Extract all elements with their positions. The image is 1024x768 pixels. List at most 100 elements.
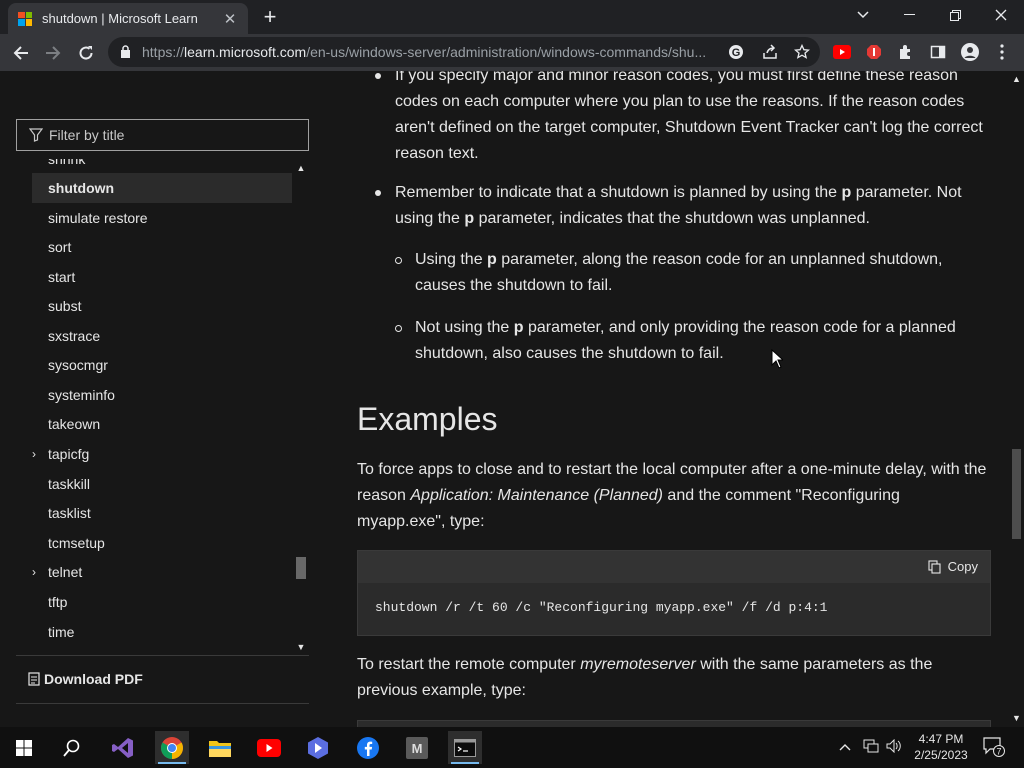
- toc-item[interactable]: systeminfo: [32, 380, 292, 410]
- menu-kebab-icon[interactable]: [992, 42, 1012, 62]
- note-bullet-2: Remember to indicate that a shutdown is …: [395, 184, 962, 227]
- system-clock[interactable]: 4:47 PM 2/25/2023: [912, 731, 970, 763]
- facebook-icon[interactable]: [351, 731, 385, 764]
- toc-item[interactable]: sort: [32, 232, 292, 262]
- code-block: Copy shutdown /r /t 60 /c "Reconfiguring…: [357, 550, 991, 636]
- copy-button[interactable]: Copy: [928, 559, 978, 574]
- extensions-puzzle-icon[interactable]: [896, 42, 916, 62]
- profile-avatar-icon[interactable]: [960, 42, 980, 62]
- toc-item[interactable]: simulate restore: [32, 203, 292, 233]
- toc-item-expandable[interactable]: › tapicfg: [32, 439, 292, 469]
- address-bar[interactable]: https://learn.microsoft.com/en-us/window…: [108, 37, 820, 67]
- windows-start-icon[interactable]: [7, 731, 41, 764]
- pdf-document-icon: [28, 672, 40, 686]
- chevron-right-icon: ›: [32, 447, 36, 461]
- terminal-icon[interactable]: [448, 731, 482, 764]
- bullet-circle: [395, 325, 402, 332]
- bullet-circle: [395, 257, 402, 264]
- toc-item[interactable]: sxstrace: [32, 321, 292, 351]
- bullet-disc: [375, 73, 381, 79]
- toc-item[interactable]: tcmsetup: [32, 528, 292, 558]
- chevron-right-icon: ›: [32, 565, 36, 579]
- youtube-icon[interactable]: [252, 731, 286, 764]
- back-button[interactable]: [8, 40, 34, 66]
- toc-item-expandable[interactable]: › telnet: [32, 557, 292, 587]
- close-window-button[interactable]: [978, 0, 1024, 30]
- volume-icon[interactable]: [886, 738, 902, 756]
- search-icon[interactable]: [55, 731, 89, 764]
- reload-button[interactable]: [73, 40, 99, 66]
- bookmark-star-icon[interactable]: [792, 42, 812, 62]
- toc-item[interactable]: sysocmgr: [32, 350, 292, 380]
- toc-item[interactable]: takeown: [32, 409, 292, 439]
- file-explorer-icon[interactable]: [203, 731, 237, 764]
- page-scroll-thumb[interactable]: [1012, 449, 1021, 539]
- chrome-icon[interactable]: [155, 731, 189, 764]
- bullet-disc: [375, 190, 381, 196]
- tab-search-icon[interactable]: [840, 0, 886, 30]
- toc-item[interactable]: start: [32, 262, 292, 292]
- article-content: If you specify major and minor reason co…: [357, 71, 997, 727]
- download-pdf-link[interactable]: Download PDF: [28, 671, 143, 687]
- page-scrollbar[interactable]: ▲ ▼: [1009, 71, 1024, 727]
- adblock-extension-icon[interactable]: [864, 42, 884, 62]
- toc-item[interactable]: taskkill: [32, 469, 292, 499]
- toc-sidebar: Filter by title shrink shutdown simulate…: [16, 71, 309, 727]
- scroll-up-arrow-icon[interactable]: ▲: [296, 163, 306, 173]
- mouse-cursor-icon: [771, 349, 783, 369]
- share-icon[interactable]: [760, 42, 780, 62]
- example-1-description: To force apps to close and to restart th…: [357, 461, 987, 530]
- tray-chevron-up-icon[interactable]: [839, 739, 851, 754]
- url-text: https://learn.microsoft.com/en-us/window…: [142, 44, 707, 60]
- clock-date: 2/25/2023: [914, 748, 968, 762]
- toc-item[interactable]: tftp: [32, 587, 292, 617]
- side-panel-icon[interactable]: [928, 42, 948, 62]
- filter-placeholder: Filter by title: [49, 127, 125, 143]
- visual-studio-icon[interactable]: [106, 731, 140, 764]
- toc-item-shutdown[interactable]: shutdown: [32, 173, 292, 203]
- page-viewport: Filter by title shrink shutdown simulate…: [0, 71, 1024, 727]
- tab-strip: shutdown | Microsoft Learn ✕ +: [0, 0, 1024, 34]
- sidebar-divider: [16, 703, 309, 704]
- lock-icon[interactable]: [120, 45, 131, 58]
- browser-tab[interactable]: shutdown | Microsoft Learn ✕: [8, 3, 248, 34]
- scroll-down-arrow-icon[interactable]: ▼: [296, 642, 306, 652]
- clock-time: 4:47 PM: [918, 732, 964, 746]
- network-icon[interactable]: [863, 739, 879, 756]
- scroll-up-arrow-icon[interactable]: ▲: [1012, 74, 1021, 84]
- restore-button[interactable]: [932, 0, 978, 30]
- toc-item[interactable]: time: [32, 617, 292, 647]
- svg-text:G: G: [732, 47, 741, 59]
- code-block-partial: [357, 720, 991, 727]
- toc-item-partial[interactable]: shrink: [32, 159, 292, 174]
- notification-center-icon[interactable]: 7: [983, 737, 1005, 760]
- toc-list: shrink shutdown simulate restore sort st…: [16, 159, 309, 655]
- toc-item[interactable]: tasklist: [32, 498, 292, 528]
- app-hexagon-icon[interactable]: [301, 731, 335, 764]
- svg-text:M: M: [412, 741, 423, 756]
- toc-item[interactable]: subst: [32, 291, 292, 321]
- minimize-button[interactable]: [886, 0, 932, 30]
- new-tab-button[interactable]: +: [258, 5, 282, 29]
- tab-close-icon[interactable]: ✕: [222, 10, 238, 28]
- tab-title: shutdown | Microsoft Learn: [42, 11, 198, 26]
- microsoft-logo-icon: [18, 11, 32, 26]
- youtube-extension-icon[interactable]: [832, 42, 852, 62]
- windows-taskbar: M 4:47 PM 2/25/2023 7: [0, 727, 1024, 768]
- toc-scroll-thumb[interactable]: [296, 557, 306, 579]
- example-2-description: To restart the remote computer myremotes…: [357, 656, 933, 699]
- m-app-icon[interactable]: M: [400, 731, 434, 764]
- copy-icon: [928, 559, 941, 574]
- code-text: shutdown /r /t 60 /c "Reconfiguring myap…: [375, 600, 828, 615]
- note-bullet-1: If you specify major and minor reason co…: [395, 71, 983, 162]
- examples-heading: Examples: [357, 401, 498, 437]
- sidebar-divider: [16, 655, 309, 656]
- toc-scrollbar[interactable]: ▲ ▼: [294, 159, 308, 655]
- filter-icon: [29, 128, 43, 142]
- filter-input[interactable]: Filter by title: [16, 119, 309, 151]
- scroll-down-arrow-icon[interactable]: ▼: [1012, 713, 1021, 723]
- code-header: Copy: [358, 551, 990, 583]
- google-icon[interactable]: G: [726, 42, 746, 62]
- note-sub-bullet-2: Not using the p parameter, and only prov…: [415, 319, 956, 362]
- forward-button[interactable]: [40, 40, 66, 66]
